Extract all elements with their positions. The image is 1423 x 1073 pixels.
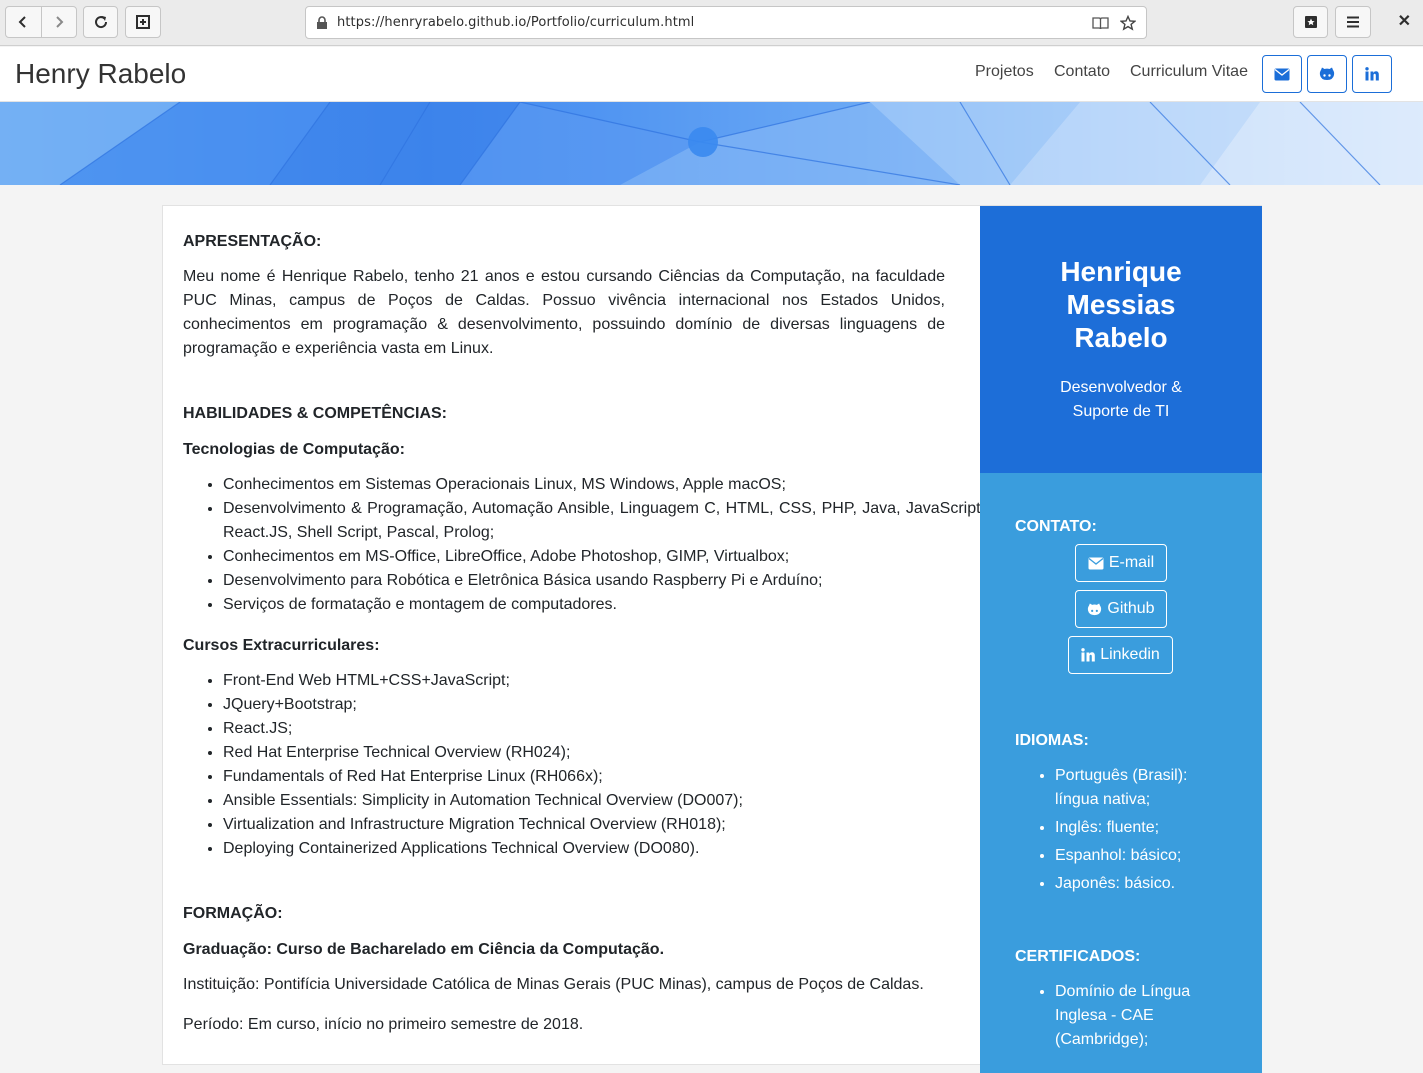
profile-name: Henrique Messias Rabelo <box>980 255 1262 354</box>
profile-name-line: Messias <box>1066 289 1176 320</box>
history-nav <box>5 6 77 38</box>
tecnologias-heading: Tecnologias de Computação: <box>183 441 405 458</box>
new-tab-button[interactable] <box>125 6 161 38</box>
profile-role: Desenvolvedor & Suporte de TI <box>980 376 1262 424</box>
back-button[interactable] <box>6 7 41 37</box>
nav-link-contato[interactable]: Contato <box>1054 63 1110 81</box>
list-item: Deploying Containerized Applications Tec… <box>223 837 985 861</box>
bookmarks-button[interactable] <box>1293 6 1328 38</box>
bookmark-star-icon[interactable] <box>1120 15 1136 31</box>
github-icon <box>1088 602 1102 615</box>
new-tab-icon <box>136 15 150 29</box>
linkedin-button[interactable]: Linkedin <box>1068 636 1173 674</box>
cursos-list: Front-End Web HTML+CSS+JavaScript; JQuer… <box>223 669 985 861</box>
list-item: Fundamentals of Red Hat Enterprise Linux… <box>223 765 985 789</box>
apresentacao-text: Meu nome é Henrique Rabelo, tenho 21 ano… <box>183 268 945 357</box>
profile-header: Henrique Messias Rabelo Desenvolvedor & … <box>980 206 1262 473</box>
list-item: Desenvolvimento para Robótica e Eletrôni… <box>223 569 985 593</box>
idiomas-heading: IDIOMAS: <box>1015 732 1089 749</box>
idioma-line: Português (Brasil): <box>1055 767 1188 784</box>
profile-role-line: Desenvolvedor & <box>1060 379 1182 396</box>
menu-button[interactable] <box>1335 6 1371 38</box>
browser-toolbar: https://henryrabelo.github.io/Portfolio/… <box>0 0 1423 46</box>
list-item: React.JS; <box>223 717 985 741</box>
nav-link-curriculum[interactable]: Curriculum Vitae <box>1130 63 1248 81</box>
list-item: JQuery+Bootstrap; <box>223 693 985 717</box>
formacao-period: Período: Em curso, início no primeiro se… <box>183 1016 584 1033</box>
list-item: Domínio de Língua Inglesa - CAE (Cambrid… <box>1055 980 1275 1052</box>
site-navbar: Henry Rabelo Projetos Contato Curriculum… <box>0 47 1423 102</box>
site-brand[interactable]: Henry Rabelo <box>15 58 186 90</box>
list-item: Serviços de formatação e montagem de com… <box>223 593 985 617</box>
apresentacao-heading: APRESENTAÇÃO: <box>183 233 322 250</box>
profile-details: CONTATO: E-mail Github Linkedin IDIOMAS:… <box>980 473 1262 1073</box>
back-arrow-icon <box>19 16 27 28</box>
certificados-heading: CERTIFICADOS: <box>1015 948 1141 965</box>
email-nav-button[interactable] <box>1262 55 1302 93</box>
linkedin-icon <box>1365 67 1379 81</box>
list-item: Virtualization and Infrastructure Migrat… <box>223 813 985 837</box>
address-bar[interactable]: https://henryrabelo.github.io/Portfolio/… <box>305 6 1147 39</box>
list-item: Inglês: fluente; <box>1055 816 1275 840</box>
envelope-icon <box>1088 557 1104 569</box>
forward-arrow-icon <box>56 16 64 28</box>
github-button-label: Github <box>1107 600 1155 617</box>
email-button[interactable]: E-mail <box>1075 544 1167 582</box>
certificados-list: Domínio de Língua Inglesa - CAE (Cambrid… <box>1055 980 1275 1052</box>
formacao-degree: Graduação: Curso de Bacharelado em Ciênc… <box>183 941 665 958</box>
idioma-line: língua nativa; <box>1055 791 1151 808</box>
header-banner <box>0 102 1423 185</box>
close-window-icon[interactable]: ✕ <box>1398 11 1411 31</box>
curriculum-card: APRESENTAÇÃO: Meu nome é Henrique Rabelo… <box>162 205 1262 1073</box>
formacao-heading: FORMAÇÃO: <box>183 905 283 922</box>
list-item: Desenvolvimento & Programação, Automação… <box>223 497 985 545</box>
tecnologias-list: Conhecimentos em Sistemas Operacionais L… <box>223 473 985 617</box>
list-item: Japonês: básico. <box>1055 872 1275 896</box>
contato-heading: CONTATO: <box>1015 518 1097 535</box>
nav-link-projetos[interactable]: Projetos <box>975 63 1034 81</box>
linkedin-nav-button[interactable] <box>1352 55 1392 93</box>
formacao-institution: Instituição: Pontifícia Universidade Cat… <box>183 976 924 993</box>
forward-button[interactable] <box>40 7 76 37</box>
idiomas-list: Português (Brasil): língua nativa; Inglê… <box>1055 764 1275 896</box>
envelope-icon <box>1274 68 1290 80</box>
certificado-line: Inglesa - CAE <box>1055 1007 1154 1024</box>
github-nav-button[interactable] <box>1307 55 1347 93</box>
bookmarks-icon <box>1304 16 1317 28</box>
github-icon <box>1319 67 1335 80</box>
geometric-banner-image <box>0 102 1423 185</box>
certificado-line: (Cambridge); <box>1055 1031 1149 1048</box>
reader-mode-icon[interactable] <box>1092 16 1109 30</box>
list-item: Espanhol: básico; <box>1055 844 1275 868</box>
list-item: Front-End Web HTML+CSS+JavaScript; <box>223 669 985 693</box>
list-item: Ansible Essentials: Simplicity in Automa… <box>223 789 985 813</box>
email-button-label: E-mail <box>1108 554 1155 571</box>
certificado-line: Domínio de Língua <box>1055 983 1191 1000</box>
list-item: Conhecimentos em MS-Office, LibreOffice,… <box>223 545 985 569</box>
reload-icon <box>94 16 107 29</box>
profile-name-line: Rabelo <box>1074 322 1168 353</box>
hamburger-menu-icon <box>1347 16 1359 28</box>
list-item: Conhecimentos em Sistemas Operacionais L… <box>223 473 985 497</box>
url-text: https://henryrabelo.github.io/Portfolio/… <box>337 15 695 30</box>
cursos-heading: Cursos Extracurriculares: <box>183 637 380 654</box>
profile-role-line: Suporte de TI <box>1072 403 1170 420</box>
habilidades-heading: HABILIDADES & COMPETÊNCIAS: <box>183 405 448 422</box>
github-button[interactable]: Github <box>1075 590 1167 628</box>
reload-button[interactable] <box>83 6 118 38</box>
linkedin-button-label: Linkedin <box>1100 646 1160 663</box>
profile-name-line: Henrique <box>1060 256 1182 287</box>
linkedin-icon <box>1081 648 1095 662</box>
list-item: Português (Brasil): língua nativa; <box>1055 764 1275 812</box>
list-item: Red Hat Enterprise Technical Overview (R… <box>223 741 985 765</box>
lock-icon <box>317 16 327 29</box>
